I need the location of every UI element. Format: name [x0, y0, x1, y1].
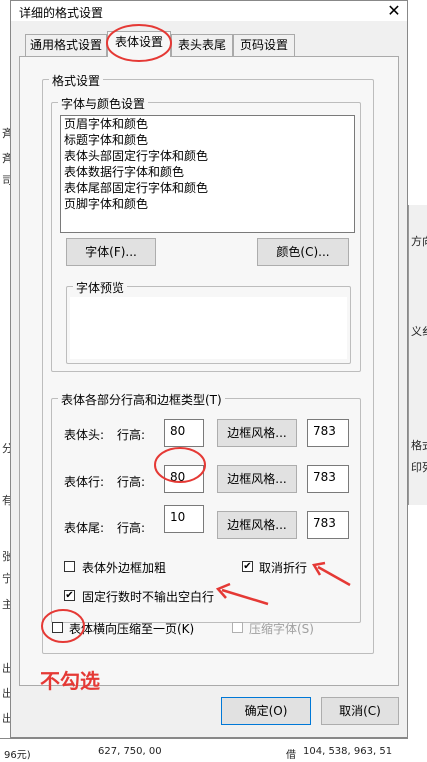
format-settings-group: 格式设置 字体与颜色设置 页眉字体和颜色 标题字体和颜色 表体头部固定行字体和颜… — [42, 72, 374, 654]
body-border-style-button[interactable]: 边框风格... — [217, 465, 297, 493]
bg-cell: 104, 538, 963, 51 — [303, 746, 393, 757]
row-height-label: 行高: — [117, 428, 146, 442]
tab-general-format[interactable]: 通用格式设置 — [25, 34, 107, 56]
compress-font-label: 压缩字体(S) — [249, 622, 314, 636]
check-icon: ✔ — [243, 561, 252, 572]
format-settings-label: 格式设置 — [49, 72, 104, 89]
bg-text: 义纟 — [411, 325, 427, 338]
dialog-title: 详细的格式设置 — [19, 6, 104, 20]
bold-outer-border-checkbox[interactable] — [64, 561, 75, 572]
header-row-height-input[interactable]: 80 — [164, 419, 204, 447]
bg-cell: 96元) — [4, 750, 31, 761]
font-preview-area — [70, 297, 347, 359]
tab-table-body[interactable]: 表体设置 — [107, 31, 171, 57]
font-preview-label: 字体预览 — [73, 279, 128, 296]
body-row-height-input[interactable]: 80 — [164, 465, 204, 493]
background-table-row: 96元) 627, 750, 00 借 104, 538, 963, 51 — [0, 738, 408, 762]
compress-horizontal-checkbox[interactable] — [52, 622, 63, 633]
tab-page-number[interactable]: 页码设置 — [233, 34, 295, 56]
bg-text: 方向 — [411, 235, 427, 248]
list-item[interactable]: 表体数据行字体和颜色 — [61, 164, 354, 180]
footer-border-code-input[interactable]: 783 — [307, 511, 349, 539]
header-border-style-button[interactable]: 边框风格... — [217, 419, 297, 447]
list-item[interactable]: 表体头部固定行字体和颜色 — [61, 148, 354, 164]
font-color-group: 字体与颜色设置 页眉字体和颜色 标题字体和颜色 表体头部固定行字体和颜色 表体数… — [51, 95, 361, 372]
row-height-label: 行高: — [117, 475, 146, 489]
list-item[interactable]: 页眉字体和颜色 — [61, 116, 354, 132]
font-preview-group: 字体预览 — [66, 279, 351, 364]
body-border-code-input[interactable]: 783 — [307, 465, 349, 493]
footer-border-style-button[interactable]: 边框风格... — [217, 511, 297, 539]
row-height-label: 行高: — [117, 521, 146, 535]
list-item[interactable]: 页脚字体和颜色 — [61, 196, 354, 212]
font-element-list[interactable]: 页眉字体和颜色 标题字体和颜色 表体头部固定行字体和颜色 表体数据行字体和颜色 … — [60, 115, 355, 233]
title-bar: 详细的格式设置 ✕ — [11, 1, 407, 21]
cancel-button[interactable]: 取消(C) — [321, 697, 399, 725]
header-row-label: 表体头: — [64, 428, 105, 442]
no-blank-rows-label: 固定行数时不输出空白行 — [82, 590, 215, 604]
compress-font-checkbox — [232, 622, 243, 633]
ok-button[interactable]: 确定(O) — [221, 697, 311, 725]
color-button[interactable]: 颜色(C)... — [257, 238, 349, 266]
compress-horizontal-label: 表体横向压缩至一页(K) — [69, 622, 195, 636]
tab-header-footer[interactable]: 表头表尾 — [171, 34, 233, 56]
cancel-wrap-checkbox[interactable]: ✔ — [242, 561, 253, 572]
format-settings-dialog: 详细的格式设置 ✕ 通用格式设置 表体设置 表头表尾 页码设置 格式设置 字体与… — [10, 0, 408, 738]
list-item[interactable]: 标题字体和颜色 — [61, 132, 354, 148]
bold-outer-border-label: 表体外边框加粗 — [82, 561, 167, 575]
font-button[interactable]: 字体(F)... — [66, 238, 156, 266]
tab-panel: 格式设置 字体与颜色设置 页眉字体和颜色 标题字体和颜色 表体头部固定行字体和颜… — [19, 56, 399, 686]
font-color-label: 字体与颜色设置 — [58, 95, 149, 112]
footer-row-label: 表体尾: — [64, 521, 105, 535]
background-window-right: 方向 义纟 格式 印列 — [408, 205, 427, 505]
row-height-border-group: 表体各部分行高和边框类型(T) 表体头: 行高: 80 边框风格... 783 … — [51, 391, 361, 623]
close-icon[interactable]: ✕ — [385, 1, 403, 20]
cancel-wrap-label: 取消折行 — [259, 561, 308, 575]
bg-cell: 借 — [286, 750, 296, 761]
bg-text: 格式 — [411, 439, 427, 452]
check-icon: ✔ — [65, 590, 74, 601]
footer-row-height-input[interactable]: 10 — [164, 505, 204, 533]
bg-text: 印列 — [411, 461, 427, 474]
header-border-code-input[interactable]: 783 — [307, 419, 349, 447]
body-row-label: 表体行: — [64, 475, 105, 489]
bg-cell: 627, 750, 00 — [98, 746, 162, 757]
annotation-text: 不勾选 — [40, 669, 100, 693]
row-height-border-label: 表体各部分行高和边框类型(T) — [58, 391, 225, 408]
list-item[interactable]: 表体尾部固定行字体和颜色 — [61, 180, 354, 196]
no-blank-rows-checkbox[interactable]: ✔ — [64, 590, 75, 601]
